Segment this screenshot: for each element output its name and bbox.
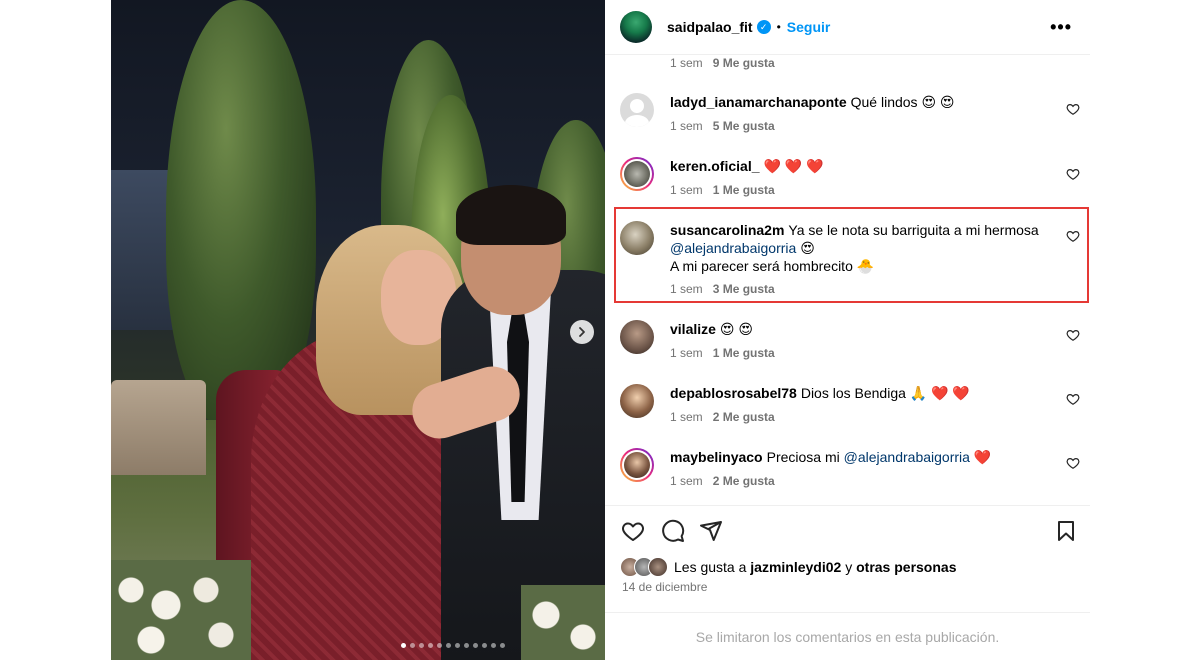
comments-limited-notice: Se limitaron los comentarios en esta pub… (605, 612, 1090, 660)
comment-meta: 1 sem 9 Me gusta (670, 56, 775, 70)
likes-prefix: Les gusta a (674, 559, 747, 575)
follow-button[interactable]: Seguir (787, 19, 831, 35)
carousel-dot[interactable] (410, 643, 415, 648)
comment-body: keren.oficial_ ❤️ ❤️ ❤️ (670, 157, 1050, 175)
avatar (648, 557, 668, 577)
bookmark-icon[interactable] (1054, 519, 1078, 543)
avatar[interactable] (620, 221, 654, 255)
comment-likes[interactable]: 2 Me gusta (713, 474, 775, 488)
others-likes-link[interactable]: otras personas (856, 559, 956, 575)
likes-mid: y (845, 559, 853, 575)
carousel-dot[interactable] (437, 643, 442, 648)
comment-username[interactable]: susancarolina2m (670, 222, 784, 238)
comment-list[interactable]: 1 sem 9 Me gusta ladyd_ianamarchanaponte Q… (605, 55, 1090, 505)
comment-text: ❤️ ❤️ ❤️ (763, 158, 824, 174)
carousel-next-button[interactable] (570, 320, 594, 344)
post-photo[interactable] (111, 0, 605, 660)
comment-text-after: ❤️ (973, 449, 992, 465)
garden-bench (111, 380, 206, 475)
comment-icon[interactable] (661, 519, 685, 543)
carousel-dot[interactable] (455, 643, 460, 648)
heart-icon[interactable] (1066, 328, 1080, 342)
post-sidebar: saidpalao_fit ✓ • Seguir ••• 1 sem 9 Me g… (605, 0, 1090, 660)
comment-text: 😍 😍 (719, 321, 754, 337)
comment-text: Preciosa mi (766, 449, 840, 465)
comment-meta: 1 sem 1 Me gusta (670, 183, 775, 197)
post-header: saidpalao_fit ✓ • Seguir ••• (605, 0, 1090, 55)
mention-link[interactable]: @alejandrabaigorria (844, 449, 970, 465)
white-flowers (111, 560, 251, 660)
carousel-dot[interactable] (473, 643, 478, 648)
comment-username[interactable]: maybelinyaco (670, 449, 763, 465)
comment-time: 1 sem (670, 282, 703, 296)
comment-meta: 1 sem 2 Me gusta (670, 410, 775, 424)
comment-time: 1 sem (670, 56, 703, 70)
post-date[interactable]: 14 de diciembre (622, 580, 707, 594)
heart-icon[interactable] (1066, 392, 1080, 406)
separator: • (776, 20, 781, 34)
liker-avatars (620, 557, 668, 577)
carousel-dot[interactable] (446, 643, 451, 648)
comment-text: Qué lindos 😍 😍 (850, 94, 955, 110)
comment-body: depablosrosabel78 Dios los Bendiga 🙏 ❤️ ❤… (670, 384, 1050, 402)
comment-time: 1 sem (670, 410, 703, 424)
comment-time: 1 sem (670, 183, 703, 197)
carousel-dot[interactable] (428, 643, 433, 648)
carousel-dot[interactable] (419, 643, 424, 648)
post-username[interactable]: saidpalao_fit (667, 19, 753, 35)
comment-text: Dios los Bendiga 🙏 ❤️ ❤️ (800, 385, 970, 401)
avatar[interactable] (620, 320, 654, 354)
comment-body: maybelinyaco Preciosa mi @alejandrabaigor… (670, 448, 1050, 466)
comment-meta: 1 sem 5 Me gusta (670, 119, 775, 133)
comment-text-line2: A mi parecer será hombrecito 🐣 (670, 258, 875, 274)
heart-icon[interactable] (1066, 229, 1080, 243)
comment-body: vilalize 😍 😍 (670, 320, 1050, 338)
heart-icon[interactable] (1066, 456, 1080, 470)
avatar[interactable] (620, 384, 654, 418)
comment-time: 1 sem (670, 346, 703, 360)
comment-likes[interactable]: 2 Me gusta (713, 410, 775, 424)
carousel-dot[interactable] (464, 643, 469, 648)
chevron-right-icon (579, 327, 585, 337)
comment-time: 1 sem (670, 474, 703, 488)
carousel-dot[interactable] (401, 643, 406, 648)
comment-meta: 1 sem 2 Me gusta (670, 474, 775, 488)
liker-username[interactable]: jazminleydi02 (750, 559, 841, 575)
carousel-dot[interactable] (491, 643, 496, 648)
carousel-indicator (401, 643, 505, 648)
more-options-icon[interactable]: ••• (1050, 17, 1072, 38)
avatar[interactable] (620, 157, 654, 191)
heart-icon[interactable] (1066, 167, 1080, 181)
comment-username[interactable]: keren.oficial_ (670, 158, 760, 174)
comment-text-after: 😍 (800, 240, 815, 256)
comment-likes[interactable]: 1 Me gusta (713, 346, 775, 360)
comment-username[interactable]: depablosrosabel78 (670, 385, 797, 401)
heart-icon[interactable] (621, 519, 645, 543)
comment-likes[interactable]: 9 Me gusta (713, 56, 775, 70)
avatar[interactable] (620, 448, 654, 482)
action-bar (605, 505, 1090, 555)
share-icon[interactable] (699, 519, 723, 543)
heart-icon[interactable] (1066, 102, 1080, 116)
comment-likes[interactable]: 1 Me gusta (713, 183, 775, 197)
likes-summary: Les gusta a jazminleydi02 y otras person… (620, 555, 956, 579)
comment-time: 1 sem (670, 119, 703, 133)
comment-body: susancarolina2m Ya se le nota su barrigui… (670, 221, 1050, 275)
mention-link[interactable]: @alejandrabaigorria (670, 240, 796, 256)
carousel-dot[interactable] (500, 643, 505, 648)
man-hair (456, 185, 566, 245)
avatar[interactable] (620, 93, 654, 127)
white-flowers (521, 585, 605, 660)
comment-username[interactable]: ladyd_ianamarchanaponte (670, 94, 847, 110)
comment-meta: 1 sem 3 Me gusta (670, 282, 775, 296)
comment-body: ladyd_ianamarchanaponte Qué lindos 😍 😍 (670, 93, 1050, 111)
comment-likes[interactable]: 3 Me gusta (713, 282, 775, 296)
comment-username[interactable]: vilalize (670, 321, 716, 337)
comment-meta: 1 sem 1 Me gusta (670, 346, 775, 360)
comment-likes[interactable]: 5 Me gusta (713, 119, 775, 133)
avatar[interactable] (620, 11, 652, 43)
comment-text: Ya se le nota su barriguita a mi hermosa (788, 222, 1039, 238)
carousel-dot[interactable] (482, 643, 487, 648)
verified-badge-icon: ✓ (756, 20, 771, 34)
